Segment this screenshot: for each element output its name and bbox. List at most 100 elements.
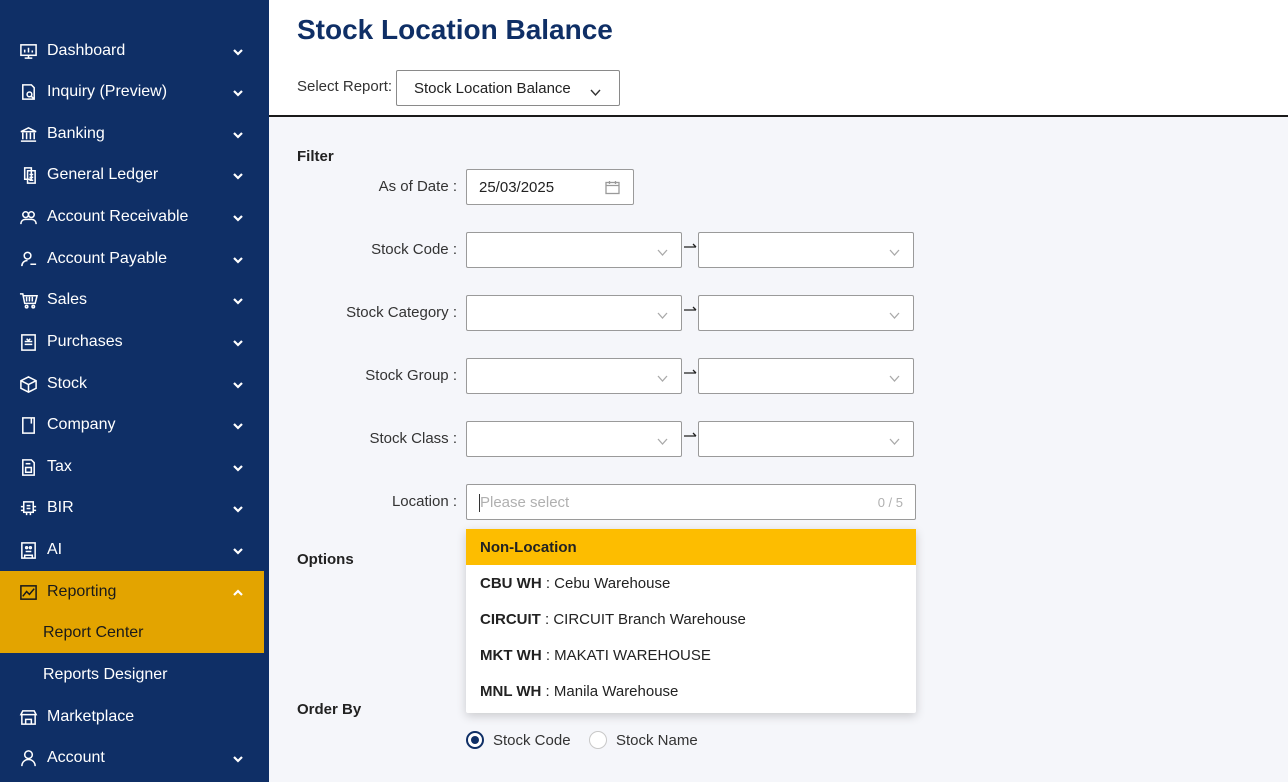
sidebar-item-account-payable[interactable]: Account Payable [0,238,264,280]
box-icon [18,374,38,394]
range-arrow-icon [683,301,697,311]
stock-code-label: Stock Code : [371,241,457,258]
purchases-icon [18,332,38,352]
stock-class-from-select[interactable] [466,421,682,457]
location-option-name: : CIRCUIT Branch Warehouse [540,610,746,628]
location-option-code: CBU WH [480,574,542,592]
sidebar-item-label: Marketplace [47,708,135,725]
chevron-up-icon [232,586,244,598]
select-report-dropdown[interactable]: Stock Location Balance [396,70,620,106]
sidebar-item-account[interactable]: Account [0,737,264,779]
cart-icon [18,290,38,310]
order-by-stock-code-label[interactable]: Stock Code [493,732,571,749]
sidebar-item-label: Account Receivable [47,208,189,225]
stock-code-to-select[interactable] [698,232,914,268]
stock-group-label: Stock Group : [365,367,457,384]
page-title: Stock Location Balance [297,14,613,45]
sidebar-item-label: Account Payable [47,250,168,267]
sidebar-item-account-receivable[interactable]: Account Receivable [0,196,264,238]
chevron-down-icon [232,86,244,98]
sidebar-item-inquiry[interactable]: Inquiry (Preview) [0,71,264,113]
chevron-down-icon [590,85,601,97]
sidebar-item-reporting[interactable]: Reporting [0,571,264,613]
select-report-label: Select Report: [297,78,393,95]
as-of-date-input[interactable]: 25/03/2025 [466,169,634,205]
location-option-code: CIRCUIT [480,610,541,628]
chevron-down-icon [232,169,244,181]
sidebar-item-label: Inquiry (Preview) [47,83,168,100]
chart-icon [18,582,38,602]
inquiry-icon [18,82,38,102]
chevron-down-icon [232,378,244,390]
order-by-stock-code-radio[interactable] [466,731,484,749]
sidebar-item-dashboard[interactable]: Dashboard [0,30,264,72]
stock-group-from-select[interactable] [466,358,682,394]
stock-code-from-select[interactable] [466,232,682,268]
chevron-down-icon [889,245,900,256]
sidebar-item-banking[interactable]: Banking [0,113,264,155]
sidebar-subitem-label: Report Center [43,624,144,641]
location-option[interactable]: CIRCUIT : CIRCUIT Branch Warehouse [466,601,916,637]
stock-class-label: Stock Class : [369,430,457,447]
stock-category-label: Stock Category : [346,304,457,321]
calendar-icon[interactable] [605,180,620,195]
chevron-down-icon [232,128,244,140]
sidebar-item-label: Dashboard [47,42,126,59]
location-option-name: : MAKATI WAREHOUSE [541,646,711,664]
sidebar-item-ai[interactable]: AI [0,529,264,571]
bir-icon [18,498,38,518]
location-option[interactable]: MNL WH : Manila Warehouse [466,673,916,709]
location-option-name: : Cebu Warehouse [541,574,671,592]
options-section-title: Options [297,551,354,568]
stock-group-to-select[interactable] [698,358,914,394]
sidebar-item-label: Reporting [47,583,117,600]
sidebar-subitem-label: Reports Designer [43,666,168,683]
sidebar-item-bir[interactable]: BIR [0,487,264,529]
stock-class-to-select[interactable] [698,421,914,457]
sidebar-item-purchases[interactable]: Purchases [0,321,264,363]
chevron-down-icon [657,245,668,256]
user-icon [18,748,38,768]
chevron-down-icon [232,253,244,265]
store-icon [18,707,38,727]
sidebar-item-sales[interactable]: Sales [0,279,264,321]
select-report-value: Stock Location Balance [414,79,571,97]
stock-category-to-select[interactable] [698,295,914,331]
location-option[interactable]: Non-Location [466,529,916,565]
order-by-stock-name-label[interactable]: Stock Name [616,732,698,749]
sidebar-item-stock[interactable]: Stock [0,363,264,405]
location-multiselect-input[interactable]: Please select 0 / 5 [466,484,916,520]
sidebar-item-company[interactable]: Company [0,404,264,446]
sidebar-subitem-report-center[interactable]: Report Center [0,613,264,653]
location-option-code: MKT WH [480,646,542,664]
dashboard-icon [18,41,38,61]
location-dropdown-list: Non-Location CBU WH : Cebu Warehouse CIR… [466,529,916,713]
order-by-section-title: Order By [297,701,362,718]
location-selection-count: 0 / 5 [877,495,903,510]
sidebar-subitem-reports-designer[interactable]: Reports Designer [0,655,264,695]
sidebar-item-label: AI [47,541,63,558]
as-of-date-value: 25/03/2025 [479,178,555,196]
chevron-down-icon [889,308,900,319]
chevron-down-icon [232,294,244,306]
bank-icon [18,124,38,144]
location-option[interactable]: MKT WH : MAKATI WAREHOUSE [466,637,916,673]
sidebar-item-label: Stock [47,375,88,392]
ai-icon [18,540,38,560]
order-by-stock-name-radio[interactable] [589,731,607,749]
chevron-down-icon [657,308,668,319]
sidebar-item-general-ledger[interactable]: General Ledger [0,154,264,196]
location-option[interactable]: CBU WH : Cebu Warehouse [466,565,916,601]
sidebar-item-tax[interactable]: Tax [0,446,264,488]
sidebar-item-label: BIR [47,499,74,516]
sidebar-item-marketplace[interactable]: Marketplace [0,696,264,738]
sidebar-item-label: Banking [47,125,105,142]
receivable-icon [18,207,38,227]
chevron-down-icon [657,434,668,445]
company-icon [18,415,38,435]
filter-section-title: Filter [297,148,334,165]
location-option-code: Non-Location [480,538,577,556]
location-label: Location : [391,493,457,510]
sidebar-item-label: Purchases [47,333,123,350]
stock-category-from-select[interactable] [466,295,682,331]
